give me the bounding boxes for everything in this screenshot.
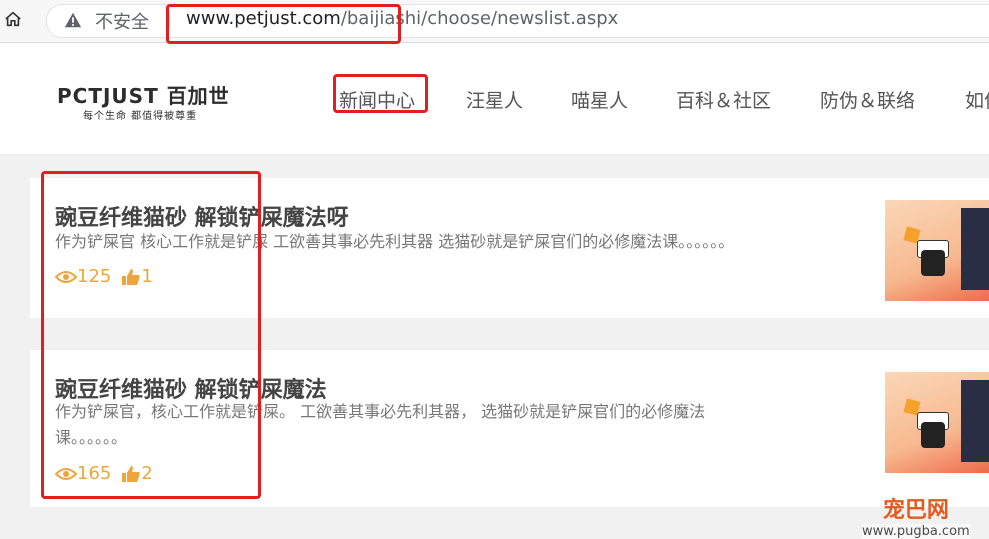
browser-address-bar: 不安全 | www.petjust.com/baijiashi/choose/n… [0,0,989,43]
view-count: 125 [77,266,112,287]
article-stats: 125 1 [55,266,153,287]
article-card[interactable]: 豌豆纤维猫砂 解锁铲屎魔法呀 作为铲屎官 核心工作就是铲屎 工欲善其事必先利其器… [30,178,989,318]
article-title[interactable]: 豌豆纤维猫砂 解锁铲屎魔法呀 [55,200,349,232]
article-stats: 165 2 [55,463,153,484]
thumbnail-product-pack [961,380,989,462]
logo-brand-cn: 百加世 [166,84,230,108]
url-separator: | [166,9,172,28]
logo-brand-en: PCTJUST [57,84,159,108]
url-path: /baijiashi/choose/newslist.aspx [340,8,619,29]
article-summary: 作为铲屎官 核心工作就是铲屎 工欲善其事必先利其器 选猫砂就是铲屎官们的必修魔法… [55,232,735,251]
security-label[interactable]: 不安全 [95,8,149,34]
eye-icon [55,270,77,283]
article-thumbnail[interactable] [885,372,989,473]
article-thumbnail[interactable] [885,200,989,301]
thumbs-up-icon[interactable] [121,268,141,286]
logo-text: PCTJUST 百加世 [57,80,230,109]
article-summary-line: 作为铲屎官，核心工作就是铲屎。 工欲善其事必先利其器， 选猫砂就是铲屎官们的必修… [55,402,706,421]
like-count: 1 [141,266,153,287]
article-summary-line: 课。。。。。。 [55,428,128,447]
article-card[interactable]: 豌豆纤维猫砂 解锁铲屎魔法 作为铲屎官，核心工作就是铲屎。 工欲善其事必先利其器… [30,350,989,507]
nav-item-wiki-community[interactable]: 百科＆社区 [676,86,771,113]
watermark: 宠巴网 www.pugba.com [862,492,970,539]
view-count: 165 [77,463,112,484]
nav-item-how[interactable]: 如何 [965,86,989,113]
thumbnail-cat [921,422,945,448]
watermark-en: www.pugba.com [862,524,970,539]
thumbnail-product-pack [961,208,989,290]
article-summary: 作为铲屎官，核心工作就是铲屎。 工欲善其事必先利其器， 选猫砂就是铲屎官们的必修… [55,399,775,451]
nav-item-news[interactable]: 新闻中心 [339,86,415,113]
url-host: www.petjust.com [186,8,341,29]
nav-item-dogs[interactable]: 汪星人 [466,86,523,113]
nav-item-cats[interactable]: 喵星人 [571,86,628,113]
warning-icon[interactable] [64,11,82,29]
thumbs-up-icon[interactable] [121,465,141,483]
watermark-cn: 宠巴网 [882,498,949,523]
logo-tagline: 每个生命 都值得被尊重 [83,111,198,122]
nav-item-anticounterfeit-contact[interactable]: 防伪＆联络 [820,86,915,113]
home-icon[interactable] [4,10,22,28]
thumbnail-cat [921,250,945,276]
like-count: 2 [141,463,153,484]
url-text[interactable]: www.petjust.com/baijiashi/choose/newslis… [186,8,618,29]
site-logo[interactable]: PCTJUST 百加世 每个生命 都值得被尊重 [57,80,230,122]
eye-icon [55,467,77,480]
